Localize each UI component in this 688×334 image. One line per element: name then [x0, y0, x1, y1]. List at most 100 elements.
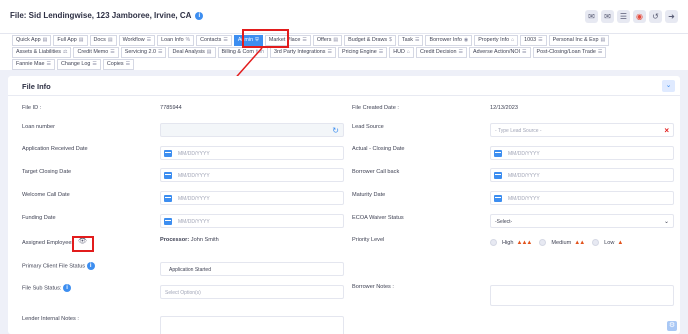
calendar-icon[interactable] [494, 172, 502, 179]
flame-icon: ▲▲▲ [516, 239, 533, 246]
calendar-icon[interactable] [164, 195, 172, 202]
date-placeholder: MM/DD/YYYY [178, 196, 210, 202]
date-placeholder: MM/DD/YYYY [178, 173, 210, 179]
settings-gear-icon[interactable]: ⚙ [667, 321, 677, 331]
priority-low-radio[interactable] [592, 239, 600, 246]
borrower-callback-date-input[interactable]: MM/DD/YYYY [490, 168, 674, 182]
tab-workflow[interactable]: Workflow ☰ [118, 34, 156, 46]
tab-label: Borrower Info [429, 36, 462, 43]
tab-task[interactable]: Task ☰ [397, 34, 424, 46]
sub-status-select[interactable]: Select Option(s) [160, 285, 344, 299]
priority-medium-radio[interactable] [539, 239, 547, 246]
tab-assets-liabilities[interactable]: Assets & Liabilities ⚖ [12, 46, 72, 58]
primary-status-value: Application Started [169, 267, 211, 273]
target-closing-label: Target Closing Date [22, 169, 72, 175]
lead-source-input[interactable]: - Type Lead Source - × [490, 123, 674, 137]
info-icon[interactable]: i [86, 262, 95, 270]
funding-label: Funding Date [22, 215, 56, 221]
chevron-down-icon: ⌄ [663, 219, 669, 225]
tab-docs[interactable]: Docs ▤ [89, 34, 117, 46]
tab-personal-inc-exp[interactable]: Personal Inc & Exp ▤ [548, 34, 610, 46]
tab-budget-draws[interactable]: Budget & Draws $ [344, 34, 396, 46]
priority-medium-label: Medium [551, 239, 572, 246]
tab-quick-app[interactable]: Quick App ▤ [12, 34, 52, 46]
primary-status-select[interactable]: Application Started [160, 262, 344, 276]
actual-closing-date-input[interactable]: MM/DD/YYYY [490, 146, 674, 160]
tab-icon: ☰ [327, 48, 332, 55]
tab-property-info[interactable]: Property Info ⌂ [474, 34, 519, 46]
target-closing-date-input[interactable]: MM/DD/YYYY [160, 168, 344, 182]
chat-icon[interactable]: ✉ [585, 10, 598, 23]
forward-icon[interactable]: ➜ [665, 10, 678, 23]
tab-label: Pricing Engine [341, 48, 377, 55]
welcome-call-date-input[interactable]: MM/DD/YYYY [160, 191, 344, 205]
ecoa-label: ECOA Waiver Status [352, 215, 404, 221]
loan-number-input[interactable]: ↻ [160, 123, 344, 137]
info-icon[interactable]: i [63, 284, 72, 292]
tab-icon: ▤ [78, 36, 84, 43]
tab-label: 3rd Party Integrations [273, 48, 326, 55]
processor-line: Processor: John Smith [160, 237, 219, 243]
tab-loan-info[interactable]: Loan Info% [157, 34, 195, 46]
tab-full-app[interactable]: Full App ▤ [53, 34, 88, 46]
tab-icon: ⌂ [406, 48, 410, 55]
alert-icon[interactable]: ◉ [633, 10, 646, 23]
file-title-text: File: Sid Lendingwise, 123 Jamboree, Irv… [10, 11, 192, 20]
tab-icon: ▤ [333, 36, 339, 43]
tab-icon: ☰ [414, 36, 420, 43]
tab-credit-decision[interactable]: Credit Decision ☰ [415, 46, 467, 58]
tab-offers[interactable]: Offers ▤ [312, 34, 343, 46]
calendar-icon[interactable] [164, 150, 172, 157]
ecoa-select[interactable]: -Select- ⌄ [490, 214, 674, 228]
tab-deal-analysis[interactable]: Deal Analysis ▤ [168, 46, 216, 58]
info-icon[interactable]: i [195, 11, 204, 20]
tab-label: Property Info [478, 36, 510, 43]
tab-pricing-engine[interactable]: Pricing Engine ☰ [337, 46, 388, 58]
app-received-label: Application Received Date [22, 146, 88, 152]
tab-change-log[interactable]: Change Log ☰ [56, 58, 101, 70]
tab-icon: ☰ [92, 60, 97, 67]
borrower-notes-textarea[interactable] [490, 285, 674, 306]
file-created-label: File Created Date : [352, 105, 399, 111]
sub-status-label: File Sub Status: i [22, 284, 72, 292]
tab-label: Adverse Action/NOI [473, 48, 521, 55]
tab-billing-com[interactable]: Billing & Com tion [217, 46, 268, 58]
priority-high-radio[interactable] [490, 239, 497, 246]
tab-icon: ⌂ [511, 36, 515, 43]
tab-1003[interactable]: 1003 ☰ [520, 34, 547, 46]
admin-tab-highlight [242, 29, 289, 48]
calendar-icon[interactable] [164, 218, 172, 225]
tab-icon: ▤ [206, 48, 212, 55]
app-received-date-input[interactable]: MM/DD/YYYY [160, 146, 344, 160]
actual-closing-label: Actual - Closing Date [352, 146, 405, 152]
calendar-icon[interactable] [494, 195, 502, 202]
tab-borrower-info[interactable]: Borrower Info ◉ [425, 34, 473, 46]
tab-servicing-2-0[interactable]: Servicing 2.0 ☰ [120, 46, 167, 58]
maturity-date-input[interactable]: MM/DD/YYYY [490, 191, 674, 205]
tab-3rd-party-integrations[interactable]: 3rd Party Integrations ☰ [269, 46, 336, 58]
tab-post-closing-loan-trade[interactable]: Post-Closing/Loan Trade ☰ [532, 46, 607, 58]
calendar-icon[interactable] [164, 172, 172, 179]
collapse-chevron-icon[interactable]: ⌄ [662, 80, 675, 92]
tab-copies[interactable]: Copies ☰ [102, 58, 135, 70]
lender-notes-textarea[interactable] [160, 316, 344, 334]
tab-adverse-action-noi[interactable]: Adverse Action/NOI ☰ [469, 46, 531, 58]
tab-label: Fannie Mae [16, 60, 45, 67]
welcome-call-label: Welcome Call Date [22, 192, 70, 198]
mail-icon[interactable]: ✉ [601, 10, 614, 23]
tab-contacts[interactable]: Contacts ☰ [196, 34, 232, 46]
mail-open-icon[interactable]: ☰ [617, 10, 630, 23]
tab-fannie-mae[interactable]: Fannie Mae ☰ [12, 58, 55, 70]
tab-credit-memo[interactable]: Credit Memo ☰ [73, 46, 119, 58]
tab-icon: ◉ [463, 36, 469, 43]
refresh-icon[interactable]: ↻ [332, 126, 339, 135]
tab-icon: ☰ [157, 48, 163, 55]
date-placeholder: MM/DD/YYYY [178, 219, 210, 225]
share-icon[interactable]: ↺ [649, 10, 662, 23]
tab-hud[interactable]: HUD ⌂ [389, 46, 414, 58]
funding-date-input[interactable]: MM/DD/YYYY [160, 214, 344, 228]
calendar-icon[interactable] [494, 150, 502, 157]
file-info-card: File Info ⌄ File ID : 7785944 File Creat… [8, 76, 680, 334]
clear-icon[interactable]: × [664, 126, 669, 135]
sub-status-label-text: File Sub Status: [22, 285, 62, 292]
